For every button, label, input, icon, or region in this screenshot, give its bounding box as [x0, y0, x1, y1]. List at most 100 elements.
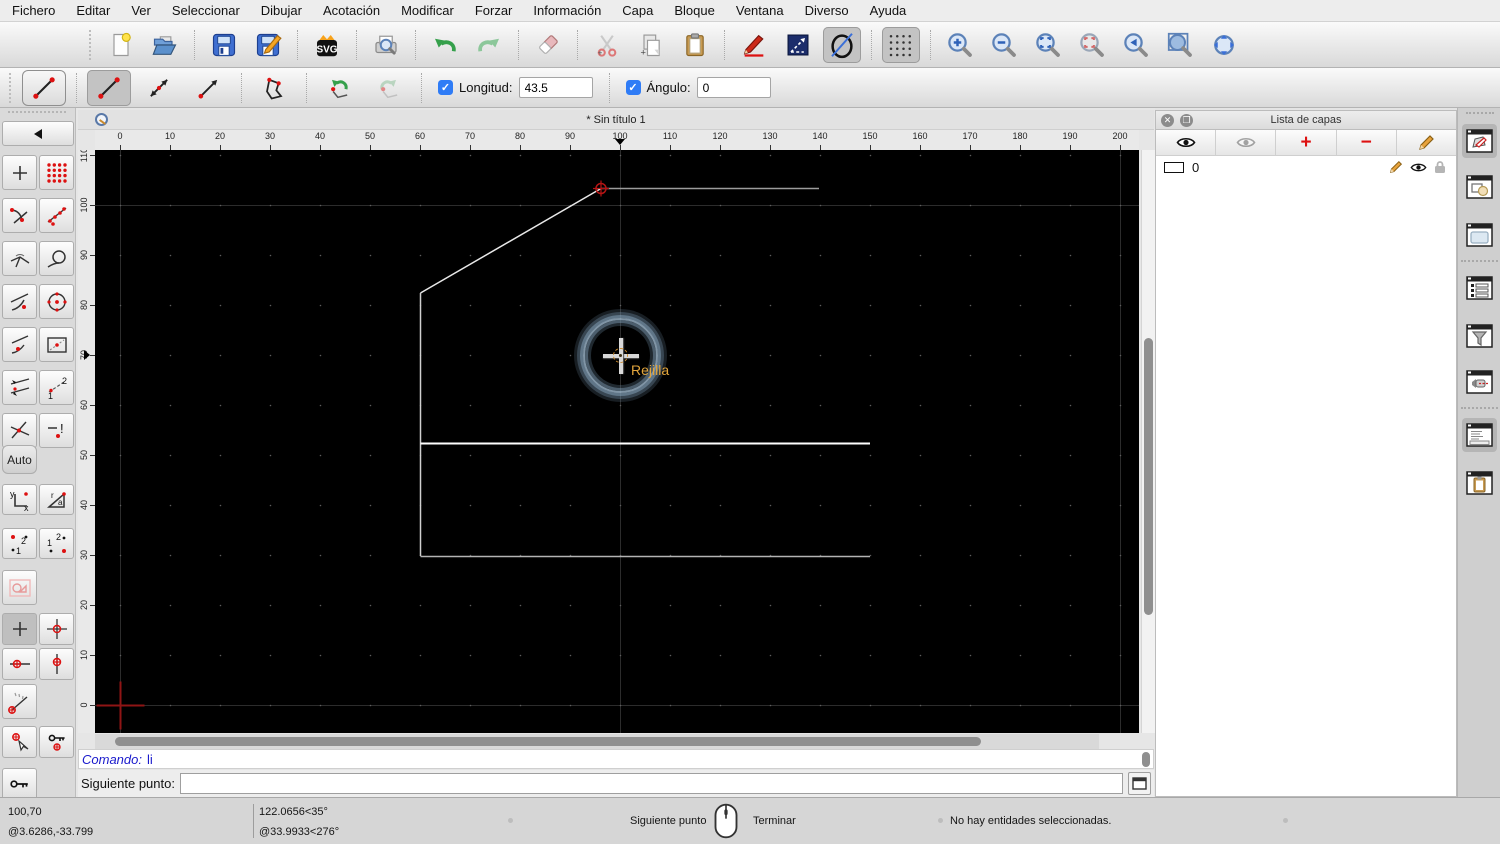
show-all-layers-button[interactable] — [1156, 130, 1217, 155]
menu-item-información[interactable]: Información — [533, 3, 601, 18]
restrict-horizontal-button[interactable] — [2, 648, 37, 680]
restrict-vertical-button[interactable] — [39, 648, 74, 680]
intersection-auto-snap-button[interactable] — [2, 241, 37, 276]
snap-auto-button[interactable]: Auto — [2, 445, 37, 474]
intersection-manual-snap-button[interactable]: ! — [39, 413, 74, 448]
detach-command-button[interactable] — [1128, 772, 1151, 795]
command-input[interactable] — [179, 773, 1123, 794]
line-segment-button[interactable] — [87, 69, 131, 106]
lock-icon[interactable] — [1434, 160, 1446, 174]
middle-snap-button[interactable] — [39, 327, 74, 362]
polyline-button[interactable] — [252, 70, 296, 106]
restrict-orthogonal-button[interactable] — [39, 613, 74, 645]
edit-layer-button[interactable] — [1396, 130, 1457, 155]
menu-item-diverso[interactable]: Diverso — [805, 3, 849, 18]
vertical-scrollbar[interactable] — [1141, 150, 1155, 733]
corner-12a-button[interactable]: 12 — [2, 528, 37, 559]
line-category-button[interactable] — [22, 70, 66, 106]
zoom-back-button[interactable] — [1117, 27, 1155, 63]
copy-button[interactable]: + — [632, 27, 670, 63]
menu-item-ayuda[interactable]: Ayuda — [870, 3, 907, 18]
distance-point-snap-button[interactable] — [2, 327, 37, 362]
angle-gauge-button[interactable] — [2, 684, 37, 719]
center-snap-button[interactable] — [39, 284, 74, 319]
line-arrow-button[interactable] — [187, 70, 231, 106]
zoom-out-button[interactable] — [985, 27, 1023, 63]
coord-polar-button[interactable]: ra — [39, 484, 74, 515]
menu-item-fichero[interactable]: Fichero — [12, 3, 55, 18]
menu-item-modificar[interactable]: Modificar — [401, 3, 454, 18]
paste-button[interactable] — [676, 27, 714, 63]
eye-icon[interactable] — [1410, 162, 1427, 173]
zoom-previous-button[interactable] — [1073, 27, 1111, 63]
zoom-window-button[interactable] — [1161, 27, 1199, 63]
toolbar-handle[interactable] — [89, 29, 93, 60]
layer-list-dock-button[interactable] — [1462, 124, 1497, 158]
angle-input[interactable] — [696, 77, 771, 98]
restrict-nothing-button[interactable] — [2, 613, 37, 645]
length-input[interactable] — [518, 77, 593, 98]
print-preview-button[interactable] — [367, 27, 405, 63]
redo-button[interactable] — [470, 27, 508, 63]
pick-relative-zero-button[interactable] — [2, 726, 37, 758]
filter-dock-button[interactable] — [1462, 319, 1497, 353]
snap-distance-button[interactable] — [2, 370, 37, 405]
layer-row[interactable]: 0 — [1156, 156, 1456, 178]
grid-snap-button[interactable] — [39, 155, 74, 190]
toolbar-handle[interactable] — [9, 72, 13, 103]
palette-back-button[interactable] — [2, 121, 74, 146]
restrict-shape-button[interactable] — [2, 570, 37, 605]
hide-all-layers-button[interactable] — [1216, 130, 1277, 155]
intersection-snap-button[interactable] — [2, 413, 37, 448]
command-scrollbar-thumb[interactable] — [1142, 752, 1150, 767]
pencil-icon[interactable] — [1389, 160, 1403, 174]
svg-export-button[interactable]: SVG — [308, 27, 346, 63]
endpoint-snap-button[interactable] — [2, 198, 37, 233]
horizontal-scrollbar-thumb[interactable] — [115, 737, 981, 746]
menu-item-bloque[interactable]: Bloque — [674, 3, 714, 18]
menu-item-seleccionar[interactable]: Seleccionar — [172, 3, 240, 18]
menu-item-editar[interactable]: Editar — [76, 3, 110, 18]
on-entity-snap-button[interactable] — [39, 198, 74, 233]
block-list-dock-button[interactable] — [1462, 170, 1497, 204]
grid-toggle-button[interactable] — [882, 26, 920, 63]
coord-cartesian-button[interactable]: yx — [2, 484, 37, 515]
polyline-redo-button[interactable] — [367, 70, 411, 106]
length-checkbox[interactable]: ✓ — [438, 80, 453, 95]
zoom-pan-button[interactable] — [1205, 27, 1243, 63]
command-dock-button[interactable] — [1462, 418, 1497, 452]
line-double-arrow-button[interactable] — [137, 70, 181, 106]
menu-item-forzar[interactable]: Forzar — [475, 3, 513, 18]
plugin-dock-button[interactable] — [1462, 365, 1497, 399]
menu-item-dibujar[interactable]: Dibujar — [261, 3, 302, 18]
polyline-undo-button[interactable] — [317, 70, 361, 106]
nearest-snap-button[interactable] — [2, 284, 37, 319]
menu-item-acotación[interactable]: Acotación — [323, 3, 380, 18]
remove-layer-button[interactable]: − — [1336, 130, 1397, 155]
entity-list-dock-button[interactable] — [1462, 271, 1497, 305]
menu-item-ventana[interactable]: Ventana — [736, 3, 784, 18]
menu-item-capa[interactable]: Capa — [622, 3, 653, 18]
lock-relative-zero-small-button[interactable] — [39, 726, 74, 758]
blueprint-button[interactable] — [779, 27, 817, 63]
cut-button[interactable]: + — [588, 27, 626, 63]
library-dock-button[interactable] — [1462, 218, 1497, 252]
snap-distance-12-button[interactable]: 12 — [39, 370, 74, 405]
angle-checkbox[interactable]: ✓ — [625, 80, 641, 95]
layer-visibility-swatch[interactable] — [1164, 161, 1184, 173]
free-snap-button[interactable] — [2, 155, 37, 190]
command-history[interactable]: Comando: li — [78, 749, 1154, 769]
save-as-button[interactable] — [249, 27, 287, 63]
vertical-scrollbar-thumb[interactable] — [1144, 338, 1153, 615]
undo-button[interactable] — [426, 27, 464, 63]
horizontal-scrollbar[interactable] — [95, 734, 1099, 749]
new-file-button[interactable] — [102, 27, 140, 63]
delete-button[interactable] — [529, 27, 567, 63]
draw-order-button[interactable] — [735, 27, 773, 63]
zoom-in-button[interactable] — [941, 27, 979, 63]
corner-12b-button[interactable]: 12 — [39, 528, 74, 559]
menu-item-ver[interactable]: Ver — [131, 3, 151, 18]
save-button[interactable] — [205, 27, 243, 63]
dock-handle[interactable] — [1466, 112, 1494, 114]
open-file-button[interactable] — [146, 27, 184, 63]
